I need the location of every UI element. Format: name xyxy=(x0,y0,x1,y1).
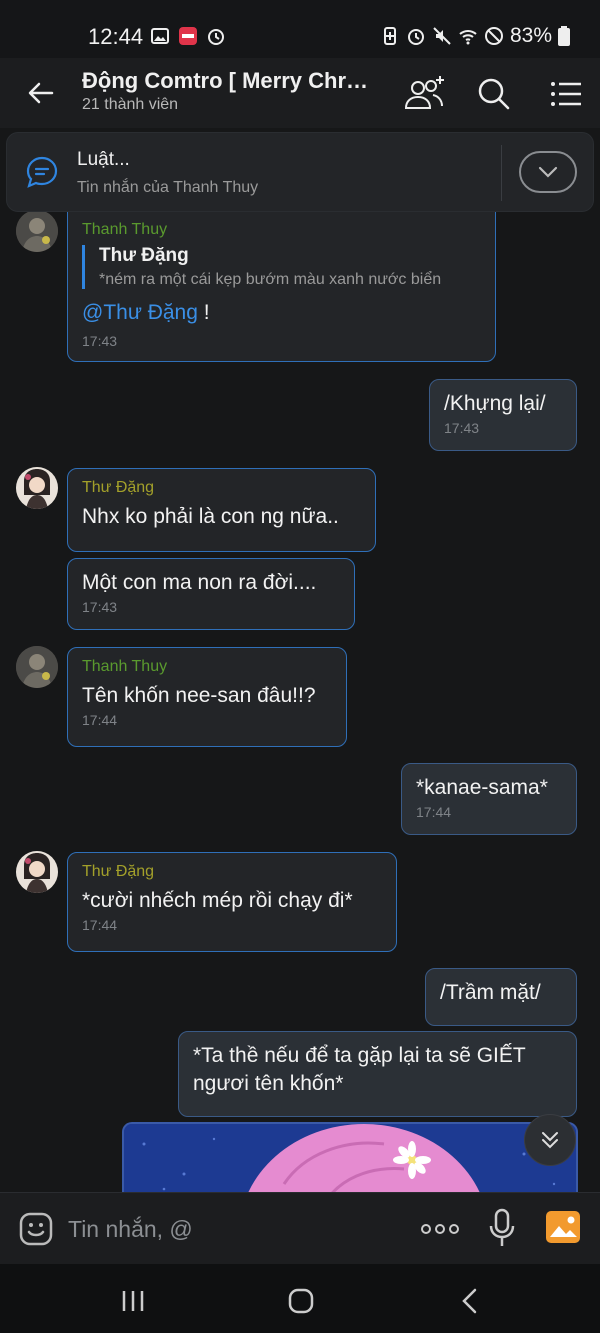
wifi-icon xyxy=(459,30,477,45)
sender-name[interactable]: Thanh Thuy xyxy=(82,658,332,676)
message-bubble-outgoing[interactable]: *kanae-sama* 17:44 xyxy=(401,763,577,835)
quote-author: Thư Đặng xyxy=(99,245,189,266)
message-bubble[interactable]: Một con ma non ra đời.... 17:43 xyxy=(67,558,355,630)
member-count[interactable]: 21 thành viên xyxy=(82,96,178,114)
add-member-icon[interactable] xyxy=(402,72,446,116)
search-icon[interactable] xyxy=(472,72,516,116)
chat-header: Động Comtro [ Merry Christmas ] 21 thành… xyxy=(0,58,600,128)
pinned-subtitle: Tin nhắn của Thanh Thuy xyxy=(77,179,259,196)
message-bubble[interactable]: Thư Đặng *cười nhếch mép rồi chạy đi* 17… xyxy=(67,852,397,952)
double-chevron-down-icon xyxy=(542,1132,558,1149)
battery-icon xyxy=(558,26,570,46)
avatar-thanh-thuy[interactable] xyxy=(16,646,58,688)
back-icon[interactable] xyxy=(456,1286,486,1316)
sender-name[interactable]: Thanh Thuy xyxy=(82,221,481,239)
microphone-icon[interactable] xyxy=(486,1207,518,1249)
message-text: Tên khốn nee-san đâu!!? xyxy=(82,684,316,707)
message-bubble-outgoing[interactable]: /Trầm mặt/ xyxy=(425,968,577,1026)
message-text: Nhx ko phải là con ng nữa.. xyxy=(82,505,339,528)
message-time: 17:44 xyxy=(416,804,452,820)
do-not-disturb-icon xyxy=(484,27,503,45)
image-icon xyxy=(151,28,169,44)
battery-percent: 83% xyxy=(509,24,552,47)
message-time: 17:43 xyxy=(82,599,118,615)
divider xyxy=(501,145,502,201)
message-text: ! xyxy=(197,301,210,324)
message-bubble-outgoing[interactable]: /Khựng lại/ 17:43 xyxy=(429,379,577,451)
message-text: /Trầm mặt/ xyxy=(440,981,541,1004)
message-text: *cười nhếch mép rồi chạy đi* xyxy=(82,889,353,912)
message-input[interactable] xyxy=(68,1211,388,1247)
emoji-icon[interactable] xyxy=(18,1211,54,1247)
menu-icon[interactable] xyxy=(544,72,588,116)
message-bubble[interactable]: Thư Đặng Nhx ko phải là con ng nữa.. xyxy=(67,468,376,552)
sender-name[interactable]: Thư Đặng xyxy=(82,479,361,497)
alarm-icon xyxy=(407,29,424,45)
chat-title[interactable]: Động Comtro [ Merry Christmas ] xyxy=(82,68,372,94)
message-text: Một con ma non ra đời.... xyxy=(82,571,317,594)
message-bubble[interactable]: Thanh Thuy Tên khốn nee-san đâu!!? 17:44 xyxy=(67,647,347,747)
more-icon[interactable] xyxy=(418,1215,462,1243)
message-time: 17:44 xyxy=(82,712,118,728)
anime-image xyxy=(124,1124,576,1192)
reply-quote[interactable]: Thư Đặng *ném ra một cái kẹp bướm màu xa… xyxy=(82,245,481,289)
alarm-icon xyxy=(208,29,224,45)
message-time: 17:43 xyxy=(82,333,118,349)
message-bubble[interactable]: Thanh Thuy Thư Đặng *ném ra một cái kẹp … xyxy=(67,212,496,362)
message-text: /Khựng lại/ xyxy=(444,392,546,415)
chat-bubble-icon xyxy=(26,156,58,188)
home-icon[interactable] xyxy=(286,1286,316,1316)
quote-text: *ném ra một cái kẹp bướm màu xanh nước b… xyxy=(99,271,442,288)
image-message[interactable] xyxy=(122,1122,578,1192)
back-arrow-icon[interactable] xyxy=(26,78,56,108)
status-bar: 12:44 83% xyxy=(0,0,600,58)
mute-icon xyxy=(433,27,451,45)
manga-toon-icon xyxy=(179,27,197,45)
expand-pinned-button[interactable] xyxy=(519,151,577,193)
mention-link[interactable]: @Thư Đặng xyxy=(82,301,198,324)
battery-saver-icon xyxy=(383,27,396,45)
system-navigation-bar xyxy=(0,1264,600,1333)
pinned-message[interactable]: Luật... Tin nhắn của Thanh Thuy xyxy=(6,132,594,212)
photo-icon[interactable] xyxy=(544,1207,582,1247)
recent-apps-icon[interactable] xyxy=(118,1286,148,1316)
avatar-thu-dang[interactable] xyxy=(16,467,58,509)
message-text: *Ta thề nếu để ta gặp lại ta sẽ GIẾT ngư… xyxy=(193,1044,526,1095)
message-time: 17:44 xyxy=(82,917,118,933)
scroll-to-bottom-button[interactable] xyxy=(524,1114,576,1166)
message-list[interactable]: Thanh Thuy Thư Đặng *ném ra một cái kẹp … xyxy=(0,212,600,1192)
avatar-thu-dang[interactable] xyxy=(16,851,58,893)
chevron-down-icon xyxy=(538,166,558,178)
avatar-thanh-thuy[interactable] xyxy=(16,212,58,252)
sender-name[interactable]: Thư Đặng xyxy=(82,863,382,881)
message-text: *kanae-sama* xyxy=(416,776,548,799)
status-time: 12:44 xyxy=(88,24,144,49)
pinned-title: Luật... xyxy=(77,149,130,170)
message-bubble-outgoing[interactable]: *Ta thề nếu để ta gặp lại ta sẽ GIẾT ngư… xyxy=(178,1031,577,1117)
message-time: 17:43 xyxy=(444,420,480,436)
message-composer xyxy=(0,1192,600,1264)
